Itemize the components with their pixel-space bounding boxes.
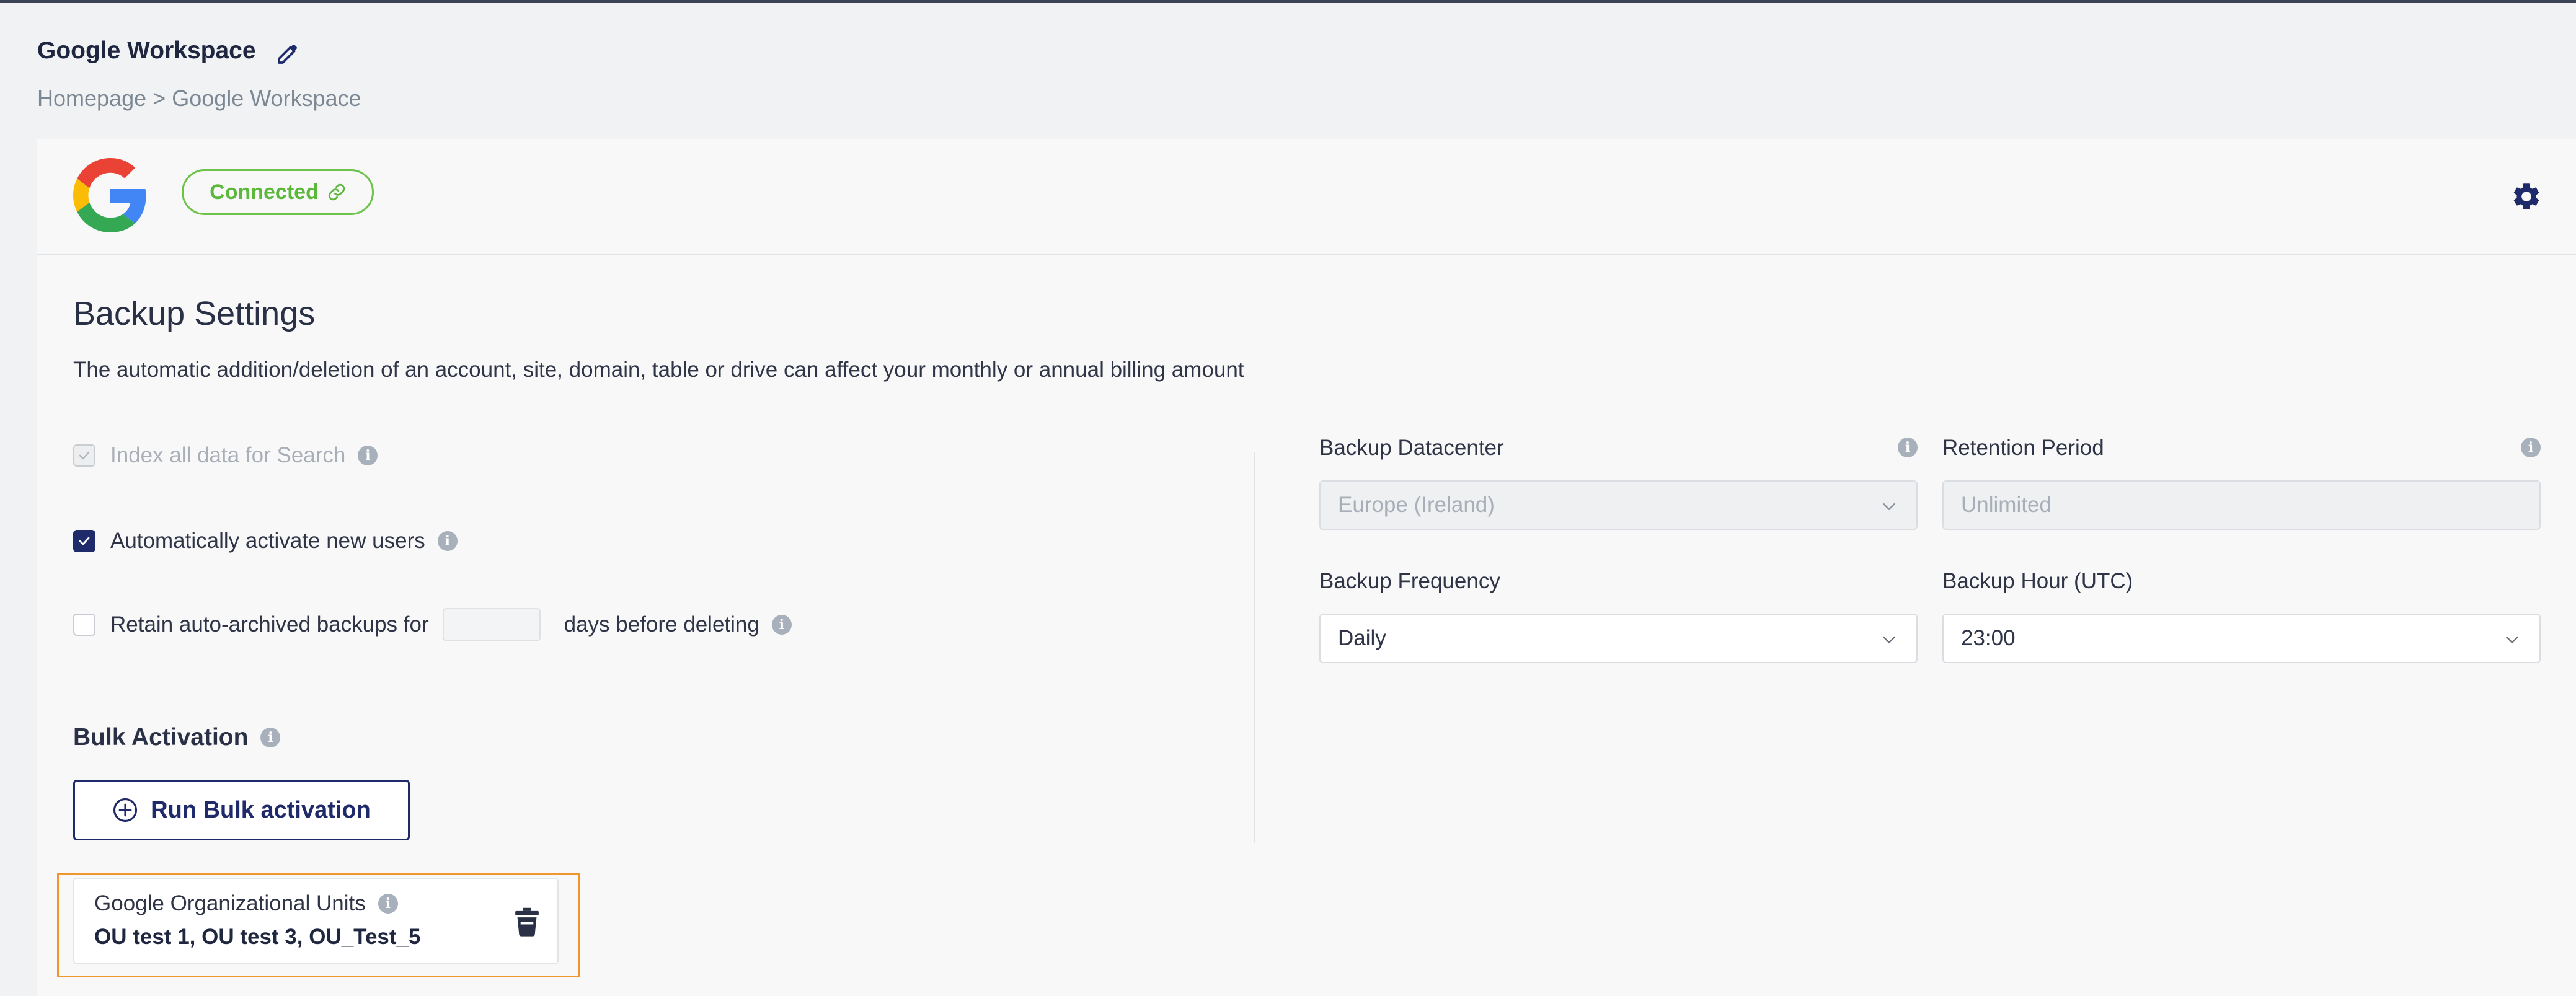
run-bulk-activation-button[interactable]: Run Bulk activation <box>73 780 410 840</box>
breadcrumb-home[interactable]: Homepage <box>37 86 146 111</box>
breadcrumb-separator: > <box>153 86 166 111</box>
info-icon[interactable]: i <box>378 894 398 914</box>
gear-icon[interactable] <box>2510 180 2543 213</box>
bulk-activation-heading: Bulk Activation <box>73 724 249 751</box>
connection-status-badge[interactable]: Connected <box>182 169 374 215</box>
organizational-units-value: OU test 1, OU test 3, OU_Test_5 <box>94 925 421 949</box>
check-icon <box>79 537 90 545</box>
chevron-down-icon <box>1882 636 1896 644</box>
organizational-units-card: Google Organizational Units i OU test 1,… <box>73 878 559 964</box>
retention-period-label: Retention Period <box>1942 436 2104 460</box>
info-icon[interactable]: i <box>2521 438 2541 457</box>
breadcrumb: Homepage > Google Workspace <box>37 86 361 112</box>
connection-status-label: Connected <box>210 180 319 204</box>
backup-settings-description: The automatic addition/deletion of an ac… <box>73 358 1244 382</box>
google-logo <box>73 158 146 232</box>
info-icon[interactable]: i <box>437 531 458 551</box>
retain-days-suffix: days before deleting <box>564 612 759 637</box>
backup-hour-select[interactable]: 23:00 <box>1942 614 2541 663</box>
page-title: Google Workspace <box>37 37 256 64</box>
info-icon[interactable]: i <box>771 615 792 635</box>
backup-datacenter-label: Backup Datacenter <box>1319 436 1504 460</box>
retain-backups-label: Retain auto-archived backups for <box>110 612 429 637</box>
organizational-units-label: Google Organizational Units <box>94 891 366 915</box>
backup-hour-value: 23:00 <box>1961 626 2016 650</box>
auto-activate-checkbox[interactable] <box>73 530 95 552</box>
index-search-checkbox[interactable] <box>73 444 95 467</box>
backup-frequency-select[interactable]: Daily <box>1319 614 1918 663</box>
retention-period-value: Unlimited <box>1961 493 2052 517</box>
info-icon[interactable]: i <box>260 728 281 747</box>
settings-card: Connected Backup Settings The automatic … <box>37 139 2576 996</box>
backup-datacenter-select[interactable]: Europe (Ireland) <box>1319 480 1918 530</box>
check-icon <box>79 451 90 460</box>
backup-datacenter-value: Europe (Ireland) <box>1338 493 1495 517</box>
info-icon[interactable]: i <box>1898 438 1918 457</box>
backup-frequency-value: Daily <box>1338 626 1386 650</box>
retain-backups-checkbox[interactable] <box>73 614 95 636</box>
breadcrumb-current: Google Workspace <box>172 86 361 111</box>
chevron-down-icon <box>1882 503 1896 511</box>
organizational-units-label-row: Google Organizational Units i <box>94 891 398 916</box>
backup-frequency-label: Backup Frequency <box>1319 569 1500 593</box>
retain-days-input[interactable] <box>442 608 541 641</box>
retention-period-field[interactable]: Unlimited <box>1942 480 2541 530</box>
index-search-label: Index all data for Search <box>110 443 346 467</box>
column-divider <box>1254 452 1255 843</box>
index-search-option: Index all data for Search i <box>73 443 378 468</box>
card-header: Connected <box>37 139 2576 255</box>
backup-hour-label: Backup Hour (UTC) <box>1942 569 2133 593</box>
info-icon[interactable]: i <box>358 446 378 465</box>
auto-activate-option: Automatically activate new users i <box>73 529 458 553</box>
plus-circle-icon <box>113 798 138 822</box>
backup-settings-title: Backup Settings <box>73 295 316 332</box>
pencil-icon[interactable] <box>276 41 301 66</box>
trash-icon[interactable] <box>514 907 540 937</box>
auto-activate-label: Automatically activate new users <box>110 529 425 553</box>
retain-backups-option: Retain auto-archived backups for days be… <box>73 608 792 641</box>
bulk-activation-title: Bulk Activation i <box>73 724 281 751</box>
run-bulk-activation-label: Run Bulk activation <box>151 796 371 823</box>
link-icon <box>328 183 345 201</box>
top-border <box>0 0 2576 3</box>
chevron-down-icon <box>2505 636 2519 644</box>
